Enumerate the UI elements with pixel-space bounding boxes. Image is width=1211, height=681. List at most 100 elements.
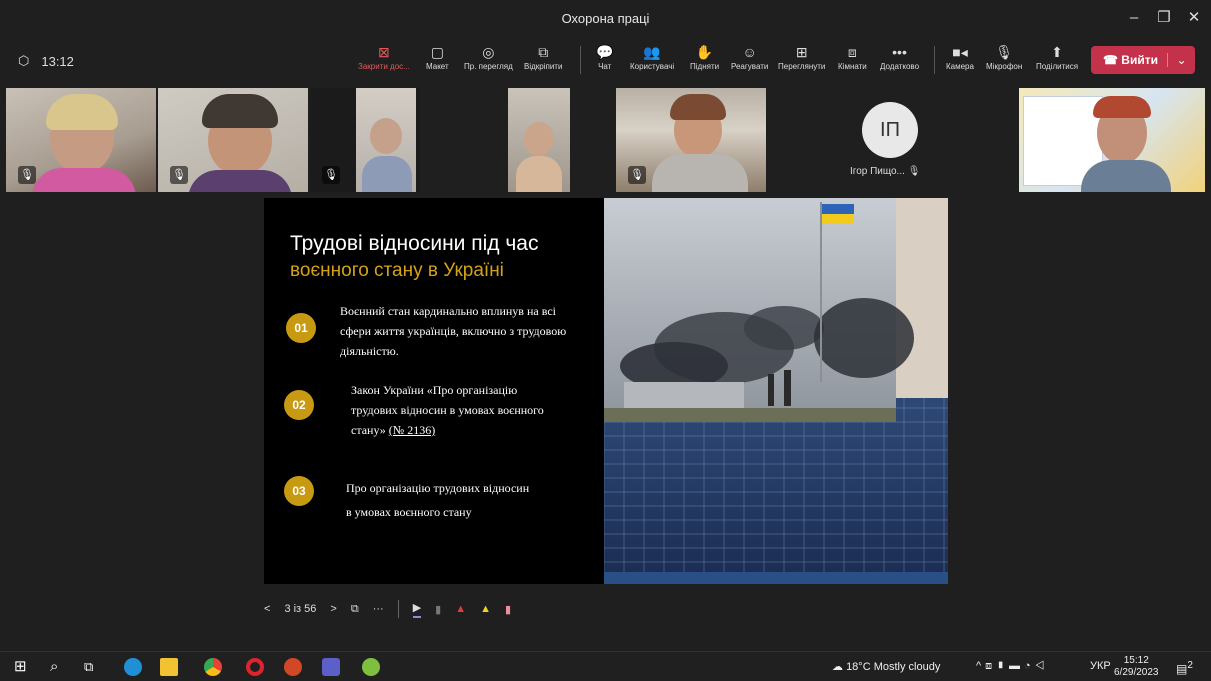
battery-icon[interactable]: ▬: [1009, 660, 1024, 672]
volume-icon[interactable]: ◁: [1035, 660, 1049, 672]
participant-tile[interactable]: [508, 88, 570, 192]
chrome-icon[interactable]: [204, 658, 222, 676]
more-options-icon[interactable]: ···: [373, 603, 384, 615]
grid-icon: ⊞: [795, 44, 808, 60]
participant-tile[interactable]: 🎙: [158, 88, 308, 192]
participant-tile[interactable]: 🎙: [6, 88, 156, 192]
view-button[interactable]: ⊞ Переглянути: [778, 42, 825, 71]
participant-tile[interactable]: 🎙: [616, 88, 766, 192]
search-icon[interactable]: ⌕: [50, 658, 68, 676]
slides-grid-icon[interactable]: ⧉: [351, 603, 359, 616]
layout-label: Макет: [426, 62, 449, 71]
leave-label: Вийти: [1121, 53, 1158, 67]
item-number: 02: [284, 390, 314, 420]
slide-title-line2: воєнного стану в Україні: [290, 260, 504, 281]
rooms-button[interactable]: ⧈ Кімнати: [838, 42, 867, 71]
law-link[interactable]: (№ 2136): [389, 423, 435, 437]
participant-clothes: [516, 156, 562, 192]
react-button[interactable]: ☺ Реагувати: [731, 42, 768, 71]
layout-icon: ▢: [430, 44, 444, 60]
task-view-icon[interactable]: ⧉: [84, 658, 102, 676]
app-icon[interactable]: [362, 658, 380, 676]
share-label: Поділитися: [1036, 62, 1079, 71]
system-tray-icons[interactable]: ^⧈▮▬◔◁: [976, 660, 1048, 673]
leave-button[interactable]: ☎ Вийти ⌄: [1091, 46, 1195, 74]
chevron-down-icon[interactable]: ⌄: [1167, 53, 1195, 67]
weather-widget[interactable]: ☁ 18°C Mostly cloudy: [832, 660, 940, 673]
participant-clothes: [188, 170, 292, 192]
wifi-icon[interactable]: ◔: [1024, 660, 1035, 672]
edge-icon[interactable]: [124, 658, 142, 676]
unpin-button[interactable]: ⧉ Відкріпити: [524, 42, 562, 71]
prev-slide-button[interactable]: <: [264, 603, 270, 615]
layout-button[interactable]: ▢ Макет: [426, 42, 449, 71]
participant-gallery: 🎙 🎙 🎙 🎙: [0, 86, 1211, 192]
red-pen-icon[interactable]: ▲: [455, 603, 466, 615]
title-bar: Охорона праці – ❐ ✕: [0, 0, 1211, 36]
highlighter-icon[interactable]: ▲: [480, 603, 491, 615]
slide-photo: [604, 198, 948, 584]
toolbar-separator: [580, 46, 581, 74]
mic-button[interactable]: 🎙 Мікрофон: [986, 42, 1022, 71]
start-icon[interactable]: ⊞: [14, 658, 32, 676]
people-button[interactable]: 👥 Користувачі: [630, 42, 674, 71]
mic-off-icon: 🎙: [322, 166, 340, 184]
participant-tile[interactable]: 🎙: [310, 88, 420, 192]
camera-button[interactable]: ■◂ Камера: [946, 42, 974, 71]
close-button[interactable]: ✕: [1181, 6, 1207, 30]
mic-tray-icon[interactable]: ▮: [996, 660, 1009, 672]
mic-off-icon: 🎙: [907, 166, 921, 177]
weather-text: 18°C Mostly cloudy: [846, 661, 941, 673]
stop-sharing-button[interactable]: ⊠ Закрити дос...: [358, 42, 410, 71]
phone-icon: ☎: [1103, 53, 1118, 67]
teams-icon[interactable]: [322, 658, 340, 676]
mic-off-icon: 🎙: [628, 166, 646, 184]
folder-icon[interactable]: [160, 658, 178, 676]
share-button[interactable]: ⬆ Поділитися: [1036, 42, 1078, 71]
language-indicator[interactable]: УКР: [1090, 660, 1111, 672]
item-line: Закон України «Про організацію: [351, 383, 518, 397]
meeting-toolbar: ⬡ 13:12 ⊠ Закрити дос... ▢ Макет ◎ Пр. п…: [0, 36, 1211, 86]
pink-marker-icon[interactable]: ▮: [505, 603, 511, 616]
leave-main[interactable]: ☎ Вийти: [1091, 53, 1167, 67]
participant-clothes: [362, 156, 412, 192]
rooms-label: Кімнати: [838, 62, 867, 71]
rooms-icon: ⧈: [847, 44, 857, 60]
participant-avatar[interactable]: ІП: [862, 102, 918, 158]
smile-icon: ☺: [742, 44, 757, 60]
unpin-label: Відкріпити: [524, 62, 563, 71]
item-line-text: стану»: [351, 423, 386, 437]
share-icon: ⬆: [1051, 44, 1063, 60]
powerpoint-icon[interactable]: [284, 658, 302, 676]
opera-icon[interactable]: [246, 658, 264, 676]
preview-button[interactable]: ◎ Пр. перегляд: [464, 42, 513, 71]
presenter-controls: < 3 із 56 > ⧉ ··· ▶ ▮ ▲ ▲ ▮: [264, 596, 511, 622]
participant-face: [370, 118, 402, 154]
notification-button[interactable]: ▤2: [1176, 660, 1193, 676]
participant-clothes: [652, 154, 748, 192]
tray-app-icon[interactable]: ⧈: [985, 660, 996, 672]
more-button[interactable]: ••• Додатково: [880, 42, 919, 71]
more-label: Додатково: [880, 62, 920, 71]
next-slide-button[interactable]: >: [330, 603, 336, 615]
stop-share-label: Закрити дос...: [358, 62, 410, 71]
stop-share-icon: ⊠: [378, 44, 390, 60]
eraser-icon[interactable]: ▮: [435, 603, 441, 616]
participant-clothes: [1081, 160, 1171, 192]
cloud-icon: ☁: [832, 661, 843, 673]
participant-tile[interactable]: [1019, 88, 1205, 192]
clock-time: 15:12: [1123, 655, 1149, 666]
maximize-button[interactable]: ❐: [1151, 6, 1177, 30]
hand-icon: ✋: [695, 44, 714, 60]
chevron-up-icon[interactable]: ^: [976, 660, 985, 672]
camera-label: Камера: [946, 62, 974, 71]
pointer-icon[interactable]: ▶: [412, 601, 422, 618]
minimize-button[interactable]: –: [1121, 6, 1147, 30]
raise-hand-button[interactable]: ✋ Підняти: [690, 42, 719, 71]
chat-button[interactable]: 💬 Чат: [596, 42, 613, 71]
notification-count: 2: [1187, 660, 1193, 671]
unpin-icon: ⧉: [538, 44, 549, 60]
clock[interactable]: 15:12 6/29/2023: [1114, 655, 1159, 679]
chat-icon: 💬: [596, 44, 614, 60]
mic-off-icon: 🎙: [18, 166, 36, 184]
